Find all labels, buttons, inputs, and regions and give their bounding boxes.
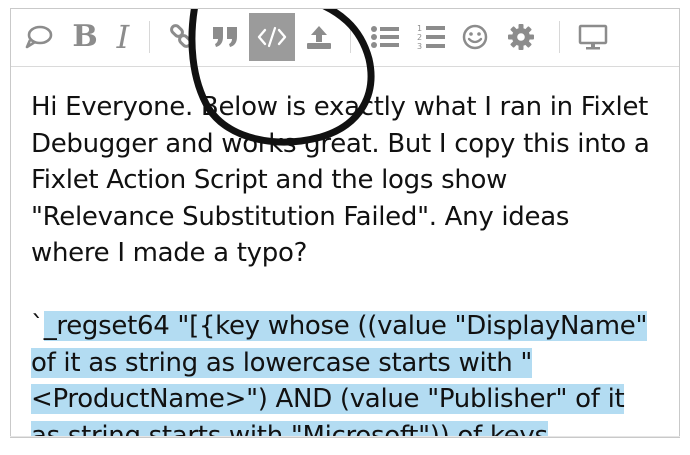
italic-button[interactable]: I [101, 13, 145, 61]
code-line: as string starts with "Microsoft")) of k… [31, 418, 671, 437]
italic-label: I [116, 18, 130, 56]
paragraph-line: Hi Everyone. Below is exactly what I ran… [31, 92, 649, 122]
preview-button[interactable] [571, 13, 615, 61]
upload-button[interactable] [297, 13, 341, 61]
emoji-button[interactable] [453, 13, 497, 61]
comment-button[interactable] [17, 13, 61, 61]
editor-toolbar: B I 1 2 3 [11, 9, 679, 67]
settings-button[interactable] [499, 13, 543, 61]
selected-text: _regset64 "[{key whose ((value "DisplayN… [43, 311, 648, 341]
toolbar-divider [559, 21, 560, 53]
quote-button[interactable] [203, 13, 247, 61]
page-divider [10, 436, 680, 437]
selected-text: <ProductName>") AND (value "Publisher" o… [31, 384, 625, 414]
toolbar-divider [149, 21, 150, 53]
monitor-icon [578, 24, 608, 50]
gear-icon [508, 24, 534, 50]
code-line: <ProductName>") AND (value "Publisher" o… [31, 381, 671, 418]
numbered-list-button[interactable]: 1 2 3 [409, 13, 453, 61]
backtick: ` [31, 311, 44, 341]
svg-text:3: 3 [417, 42, 422, 51]
smiley-icon [462, 24, 488, 50]
svg-text:1: 1 [417, 24, 422, 33]
message-paragraph: Hi Everyone. Below is exactly what I ran… [31, 89, 671, 272]
link-button[interactable] [159, 13, 203, 61]
paragraph-line: where I made a typo? [31, 238, 308, 268]
code-line: of it as string as lowercase starts with… [31, 345, 671, 382]
upload-icon [307, 26, 331, 49]
selected-text: of it as string as lowercase starts with… [31, 347, 533, 378]
code-button[interactable] [249, 13, 295, 61]
code-block: `_regset64 "[{key whose ((value "Display… [31, 308, 671, 437]
code-line: `_regset64 "[{key whose ((value "Display… [31, 308, 671, 345]
link-icon [170, 24, 192, 48]
bullet-list-button[interactable] [363, 13, 407, 61]
quote-icon [213, 27, 237, 47]
code-icon [257, 26, 287, 48]
paragraph-line: "Relevance Substitution Failed". Any ide… [31, 201, 570, 232]
bullet-list-icon [371, 26, 399, 48]
bold-label: B [72, 19, 98, 54]
speech-bubble-icon [25, 25, 53, 49]
editor-content[interactable]: Hi Everyone. Below is exactly what I ran… [31, 89, 671, 437]
svg-text:2: 2 [417, 33, 422, 42]
numbered-list-icon: 1 2 3 [417, 24, 445, 51]
composer-editor: B I 1 2 3 Hi Everyone. Below is exactly … [10, 8, 680, 438]
paragraph-line: Fixlet Action Script and the logs show [31, 165, 508, 195]
paragraph-line: Debugger and works great. But I copy thi… [31, 128, 650, 159]
toolbar-divider [350, 21, 351, 53]
